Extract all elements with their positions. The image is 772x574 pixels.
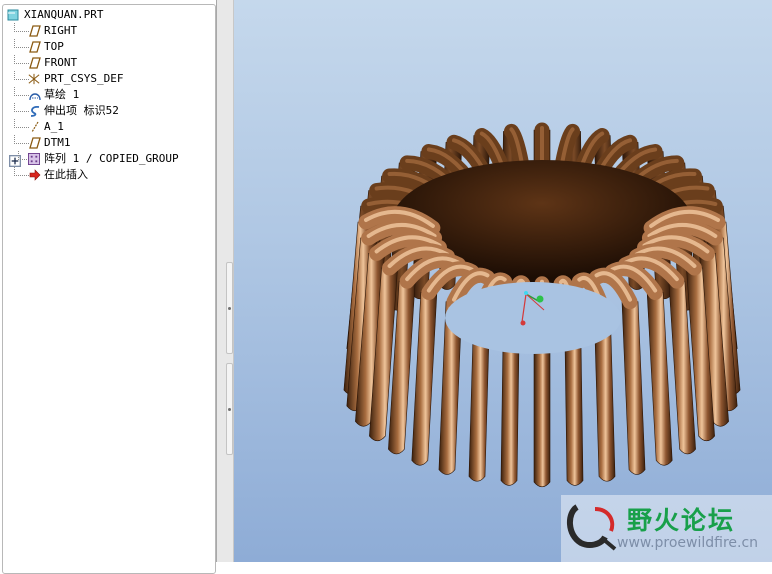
datum-plane-icon — [29, 25, 41, 37]
tree-item-csys[interactable]: PRT_CSYS_DEF — [0, 71, 215, 87]
tree-item-root[interactable]: XIANQUAN.PRT — [0, 7, 215, 23]
tree-item-label: DTM1 — [44, 136, 71, 149]
coil-center-hole — [445, 282, 621, 354]
tree-connector — [14, 39, 29, 48]
splitter-sash-upper[interactable] — [226, 262, 233, 354]
tree-item-front[interactable]: FRONT — [0, 55, 215, 71]
toroidal-coil-model[interactable] — [234, 0, 772, 562]
part-icon — [7, 9, 19, 21]
datum-axis-icon — [31, 121, 39, 133]
datum-plane-icon — [29, 137, 41, 149]
tree-item-dtm1[interactable]: DTM1 — [0, 135, 215, 151]
tree-item-pattern[interactable]: 阵列 1 / COPIED_GROUP — [0, 151, 215, 167]
insert-arrow-icon — [29, 169, 41, 181]
panel-splitter[interactable] — [217, 0, 234, 562]
pattern-icon — [28, 153, 40, 165]
sweep-icon — [30, 105, 40, 117]
tree-item-label: 在此插入 — [44, 168, 88, 181]
tree-item-label: A_1 — [44, 120, 64, 133]
tree-item-sketch[interactable]: 草绘 1 — [0, 87, 215, 103]
tree-connector — [14, 71, 29, 80]
forum-watermark: 野火论坛 www.proewildfire.cn — [561, 495, 772, 562]
tree-connector — [14, 87, 29, 96]
tree-item-label: RIGHT — [44, 24, 78, 37]
graphics-viewport[interactable] — [234, 0, 772, 562]
tree-connector — [14, 23, 29, 32]
tree-connector — [14, 55, 29, 64]
tree-connector — [14, 119, 29, 128]
tree-item-label: 阵列 1 / COPIED_GROUP — [44, 152, 179, 165]
tree-root-label: XIANQUAN.PRT — [24, 8, 104, 21]
tree-item-extrude[interactable]: 伸出项 标识52 — [0, 103, 215, 119]
sash-grip-icon — [228, 307, 231, 310]
sash-grip-icon — [228, 408, 231, 411]
csys-icon — [28, 73, 40, 85]
model-tree-panel: XIANQUAN.PRT RIGHT TOP FRONT PRT_CSYS_DE… — [0, 0, 217, 574]
tree-item-label: 草绘 1 — [44, 88, 80, 101]
sketch-icon — [29, 93, 41, 101]
tree-item-top[interactable]: TOP — [0, 39, 215, 55]
tree-connector — [14, 167, 29, 176]
tree-item-label: TOP — [44, 40, 64, 53]
tree-item-label: PRT_CSYS_DEF — [44, 72, 124, 85]
tree-item-label: FRONT — [44, 56, 78, 69]
watermark-url: www.proewildfire.cn — [617, 535, 759, 551]
tree-item-label: 伸出项 标识52 — [44, 104, 119, 117]
tree-item-right[interactable]: RIGHT — [0, 23, 215, 39]
datum-plane-icon — [29, 57, 41, 69]
forum-logo-icon — [567, 504, 617, 551]
splitter-sash-lower[interactable] — [226, 363, 233, 455]
tree-connector — [14, 135, 29, 144]
datum-plane-icon — [29, 41, 41, 53]
tree-connector — [14, 103, 29, 112]
tree-item-axis[interactable]: A_1 — [0, 119, 215, 135]
watermark-title: 野火论坛 — [627, 506, 736, 535]
tree-item-insert-here[interactable]: 在此插入 — [0, 167, 215, 183]
